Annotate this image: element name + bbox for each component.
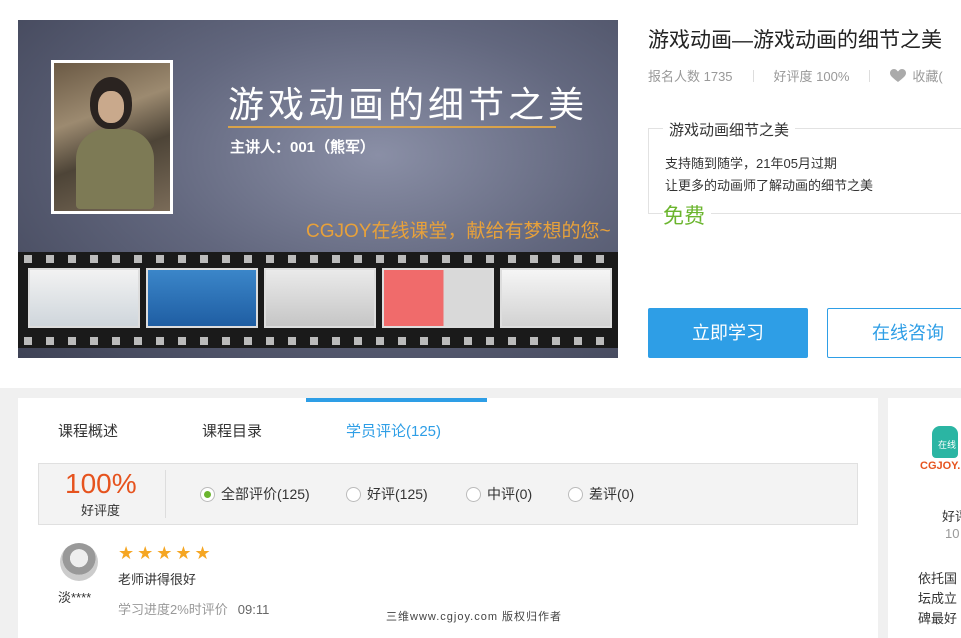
sidebar-rating-label: 好评 bbox=[942, 509, 961, 524]
photo-body bbox=[76, 129, 154, 209]
course-stats: 报名人数 1735 好评度 100% 收藏( bbox=[648, 66, 943, 85]
sidebar-text-3: 碑最好 bbox=[918, 611, 958, 626]
radio-checked-icon bbox=[200, 487, 215, 502]
active-tab-indicator bbox=[306, 398, 487, 402]
banner-subtitle: 主讲人：001（熊军） bbox=[230, 139, 376, 156]
course-content-panel: 课程概述 课程目录 学员评论(125) 100% 好评度 全部评价(125) 好… bbox=[18, 398, 878, 638]
sidebar-text-1: 依托国 bbox=[918, 571, 958, 586]
filter-negative-label: 差评(0) bbox=[589, 486, 635, 502]
study-now-button[interactable]: 立即学习 bbox=[648, 308, 808, 358]
film-frame-fight bbox=[382, 268, 494, 328]
film-frame-figure bbox=[264, 268, 376, 328]
online-consult-button[interactable]: 在线咨询 bbox=[827, 308, 961, 358]
star-rating: ★★★★★ bbox=[118, 543, 214, 563]
heart-icon bbox=[890, 69, 907, 82]
enrolled-count: 报名人数 1735 bbox=[648, 69, 733, 84]
cgjoy-logo: CGJOY. bbox=[920, 460, 961, 472]
rating-value: 好评度 100% bbox=[773, 69, 850, 84]
price-label: 免费 bbox=[663, 200, 711, 230]
sidebar-rating-value: 10 bbox=[945, 526, 960, 541]
review-text: 老师讲得很好 bbox=[118, 572, 197, 587]
course-banner[interactable]: 游戏动画的细节之美 主讲人：001（熊军） CGJOY在线课堂，献给有梦想的您~ bbox=[18, 20, 618, 358]
film-frame-water bbox=[146, 268, 258, 328]
course-description: 让更多的动画师了解动画的细节之美 bbox=[665, 178, 874, 193]
film-holes-bottom bbox=[18, 337, 618, 345]
photo-face bbox=[98, 91, 124, 123]
filter-all-label: 全部评价(125) bbox=[221, 486, 310, 502]
positive-rate: 100% bbox=[65, 468, 137, 499]
review-progress: 学习进度2%时评价 bbox=[118, 602, 228, 617]
banner-slogan: CGJOY在线课堂，献给有梦想的您~ bbox=[306, 221, 611, 242]
sidebar-card: 在线 CGJOY. 好评 10 依托国 坛成立 碑最好 bbox=[888, 398, 961, 638]
info-box-title: 游戏动画细节之美 bbox=[663, 119, 796, 140]
filter-neutral[interactable]: 中评(0) bbox=[466, 484, 532, 504]
film-frame-boar bbox=[28, 268, 140, 328]
filter-negative[interactable]: 差评(0) bbox=[568, 484, 634, 504]
banner-title: 游戏动画的细节之美 bbox=[228, 85, 589, 126]
review-filter-bar: 100% 好评度 全部评价(125) 好评(125) 中评(0) 差评(0) bbox=[38, 463, 858, 525]
watermark: 三维www.cgjoy.com 版权归作者 bbox=[386, 611, 563, 623]
favorite-label: 收藏( bbox=[912, 69, 943, 84]
course-header: 游戏动画的细节之美 主讲人：001（熊军） CGJOY在线课堂，献给有梦想的您~… bbox=[0, 0, 961, 388]
avatar[interactable] bbox=[60, 543, 98, 581]
radio-unchecked-icon bbox=[346, 487, 361, 502]
sidebar-text-2: 坛成立 bbox=[918, 591, 958, 606]
tab-catalog[interactable]: 课程目录 bbox=[202, 420, 262, 441]
tab-overview[interactable]: 课程概述 bbox=[58, 420, 118, 441]
radio-unchecked-icon bbox=[568, 487, 583, 502]
reviewer-name: 淡**** bbox=[58, 590, 92, 605]
filter-positive-label: 好评(125) bbox=[367, 486, 428, 502]
course-title: 游戏动画—游戏动画的细节之美 bbox=[648, 29, 942, 52]
tab-reviews[interactable]: 学员评论(125) bbox=[346, 420, 441, 441]
favorite-button[interactable]: 收藏( bbox=[890, 66, 943, 85]
film-strip bbox=[18, 252, 618, 348]
radio-unchecked-icon bbox=[466, 487, 481, 502]
logo-sub: 在线 bbox=[938, 440, 957, 450]
lecturer-photo bbox=[51, 60, 173, 214]
filter-divider bbox=[165, 470, 166, 518]
validity-text: 支持随到随学，21年05月过期 bbox=[665, 156, 837, 171]
film-frame-dogs bbox=[500, 268, 612, 328]
film-holes-top bbox=[18, 255, 618, 263]
filter-all[interactable]: 全部评价(125) bbox=[200, 484, 310, 504]
filter-neutral-label: 中评(0) bbox=[487, 486, 533, 502]
stats-divider bbox=[869, 70, 871, 82]
positive-rate-label: 好评度 bbox=[81, 503, 121, 518]
stats-divider bbox=[752, 70, 754, 82]
filter-positive[interactable]: 好评(125) bbox=[346, 484, 428, 504]
review-time: 09:11 bbox=[237, 602, 270, 617]
review-meta: 学习进度2%时评价 09:11 bbox=[118, 599, 269, 618]
banner-divider bbox=[228, 126, 556, 128]
